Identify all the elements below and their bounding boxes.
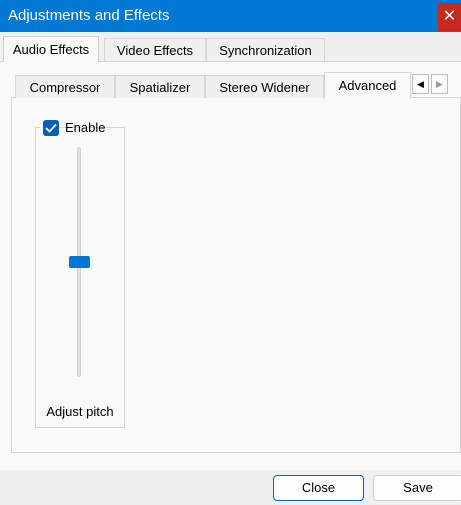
checkbox-box[interactable]	[43, 120, 59, 136]
enable-checkbox[interactable]: Enable	[40, 119, 105, 137]
pitch-slider-thumb[interactable]	[69, 256, 90, 268]
window-title: Adjustments and Effects	[8, 7, 170, 24]
tab-advanced[interactable]: Advanced	[324, 72, 411, 99]
chevron-right-icon: ▶	[436, 79, 443, 89]
checkmark-icon	[45, 123, 57, 133]
chevron-left-icon: ◀	[417, 79, 424, 89]
tab-scroll-left-button[interactable]: ◀	[412, 74, 429, 94]
pitch-slider-label: Adjust pitch	[46, 404, 114, 419]
inner-tab-strip: Compressor Spatializer Stereo Widener Ad…	[0, 72, 461, 99]
title-bar: Adjustments and Effects	[0, 0, 461, 32]
enable-label: Enable	[65, 120, 106, 135]
tab-spatializer[interactable]: Spatializer	[115, 75, 205, 98]
tab-synchronization[interactable]: Synchronization	[206, 38, 325, 61]
tab-scroll-right-button[interactable]: ▶	[431, 74, 448, 94]
tab-compressor[interactable]: Compressor	[15, 75, 115, 98]
window-close-button[interactable]: ✕	[438, 3, 461, 31]
close-button[interactable]: Close	[273, 475, 364, 501]
outer-tab-strip: Audio Effects Video Effects Synchronizat…	[0, 36, 461, 62]
close-icon: ✕	[442, 8, 457, 25]
save-button[interactable]: Save	[373, 475, 461, 501]
tab-video-effects[interactable]: Video Effects	[104, 38, 206, 61]
tab-audio-effects[interactable]: Audio Effects	[3, 36, 99, 62]
tab-stereo-widener[interactable]: Stereo Widener	[205, 75, 324, 98]
